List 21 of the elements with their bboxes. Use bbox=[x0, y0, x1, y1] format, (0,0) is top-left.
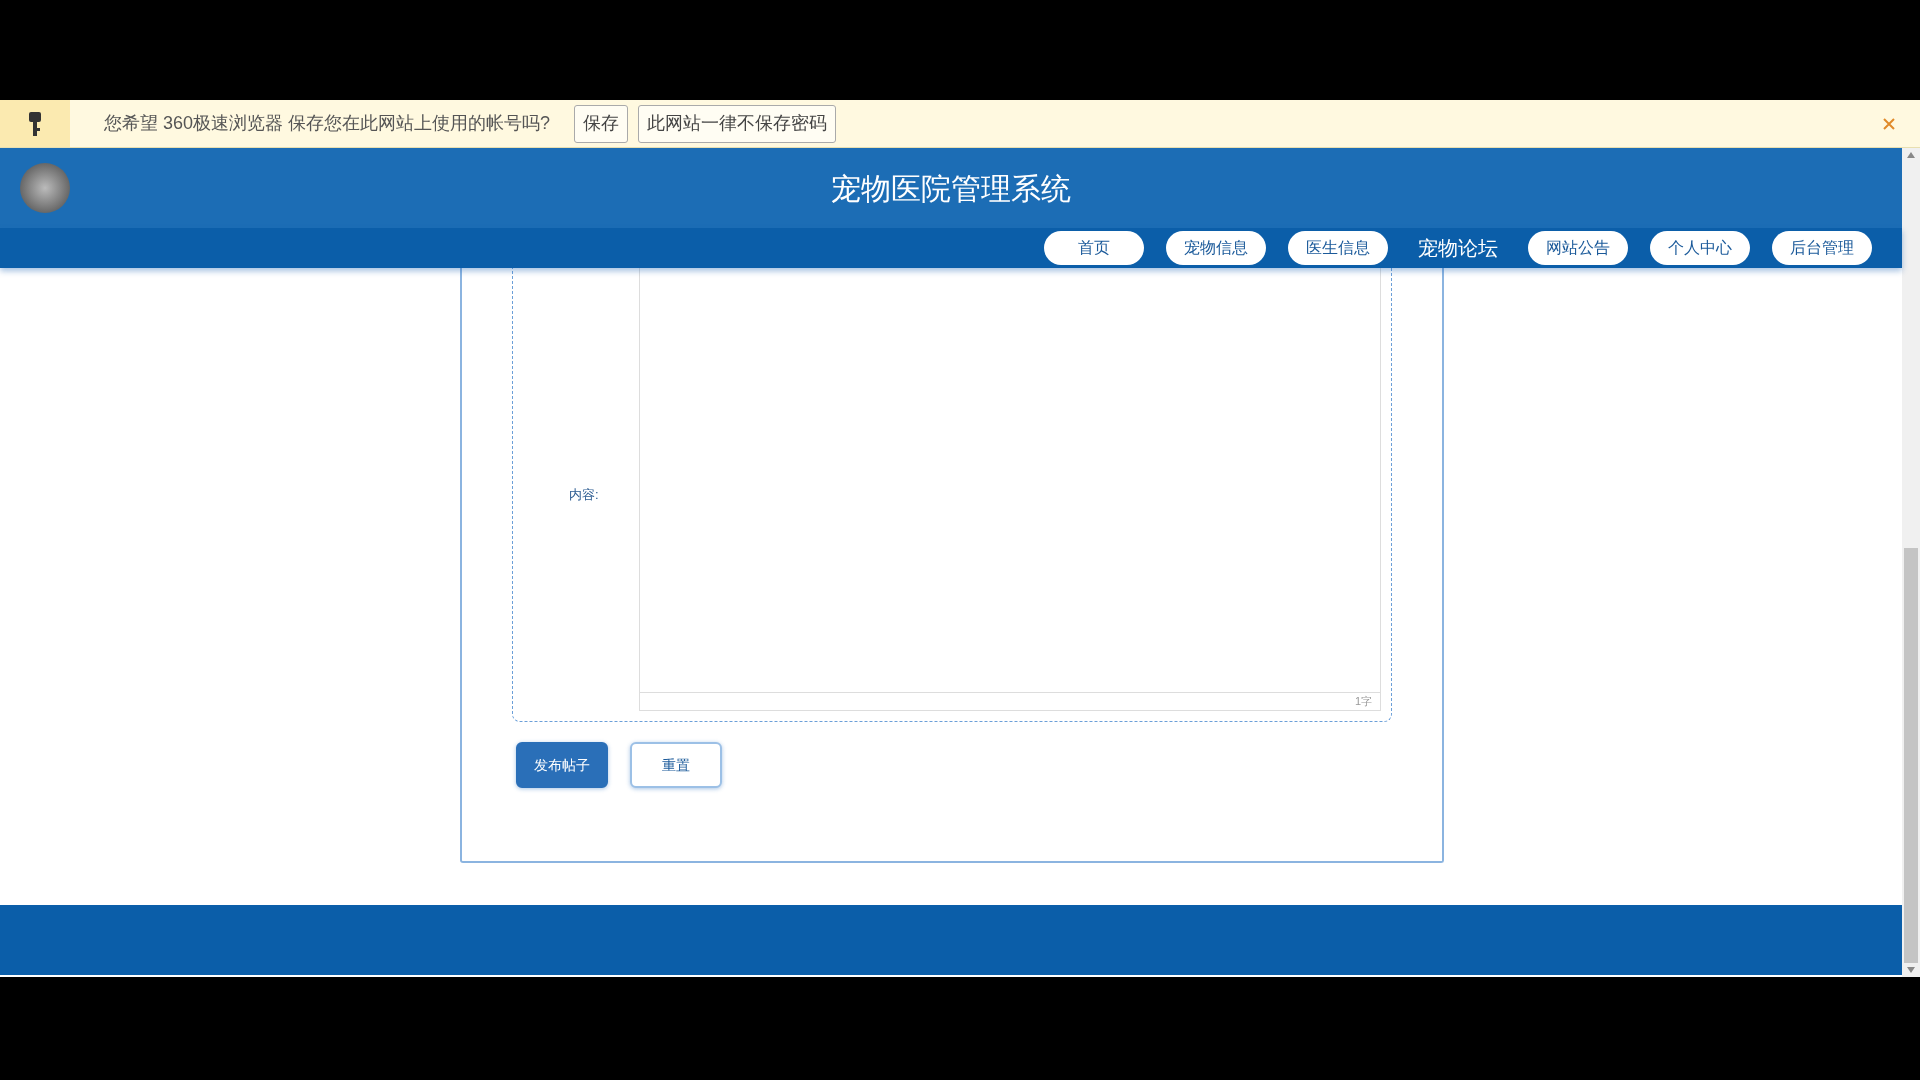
nav-tab[interactable]: 后台管理 bbox=[1772, 231, 1872, 265]
site-title: 宠物医院管理系统 bbox=[831, 170, 1071, 207]
publish-button[interactable]: 发布帖子 bbox=[516, 742, 608, 788]
scrollbar[interactable] bbox=[1902, 148, 1920, 977]
password-bar-button[interactable]: 保存 bbox=[574, 104, 629, 143]
nav-tab[interactable]: 宠物信息 bbox=[1166, 231, 1266, 265]
password-bar-button[interactable]: 此网站一律不保存密码 bbox=[638, 104, 837, 143]
nav-tab[interactable]: 网站公告 bbox=[1528, 231, 1628, 265]
close-icon[interactable] bbox=[1882, 116, 1896, 131]
scroll-up-icon[interactable] bbox=[1907, 152, 1915, 158]
nav-tab[interactable]: 宠物论坛 bbox=[1410, 231, 1506, 265]
word-count: 1字 bbox=[1354, 694, 1372, 710]
nav-tab[interactable]: 首页 bbox=[1044, 231, 1144, 265]
nav-tab[interactable]: 个人中心 bbox=[1650, 231, 1750, 265]
password-save-message: 您希望 360极速浏览器 保存您在此网站上使用的帐号吗? bbox=[104, 112, 551, 135]
nav-tab[interactable]: 医生信息 bbox=[1288, 231, 1388, 265]
reset-button[interactable]: 重置 bbox=[630, 742, 722, 788]
content-label: 内容: bbox=[569, 485, 599, 504]
scrollbar-thumb[interactable] bbox=[1904, 548, 1918, 963]
key-icon bbox=[27, 109, 43, 138]
scroll-down-icon[interactable] bbox=[1907, 967, 1915, 973]
